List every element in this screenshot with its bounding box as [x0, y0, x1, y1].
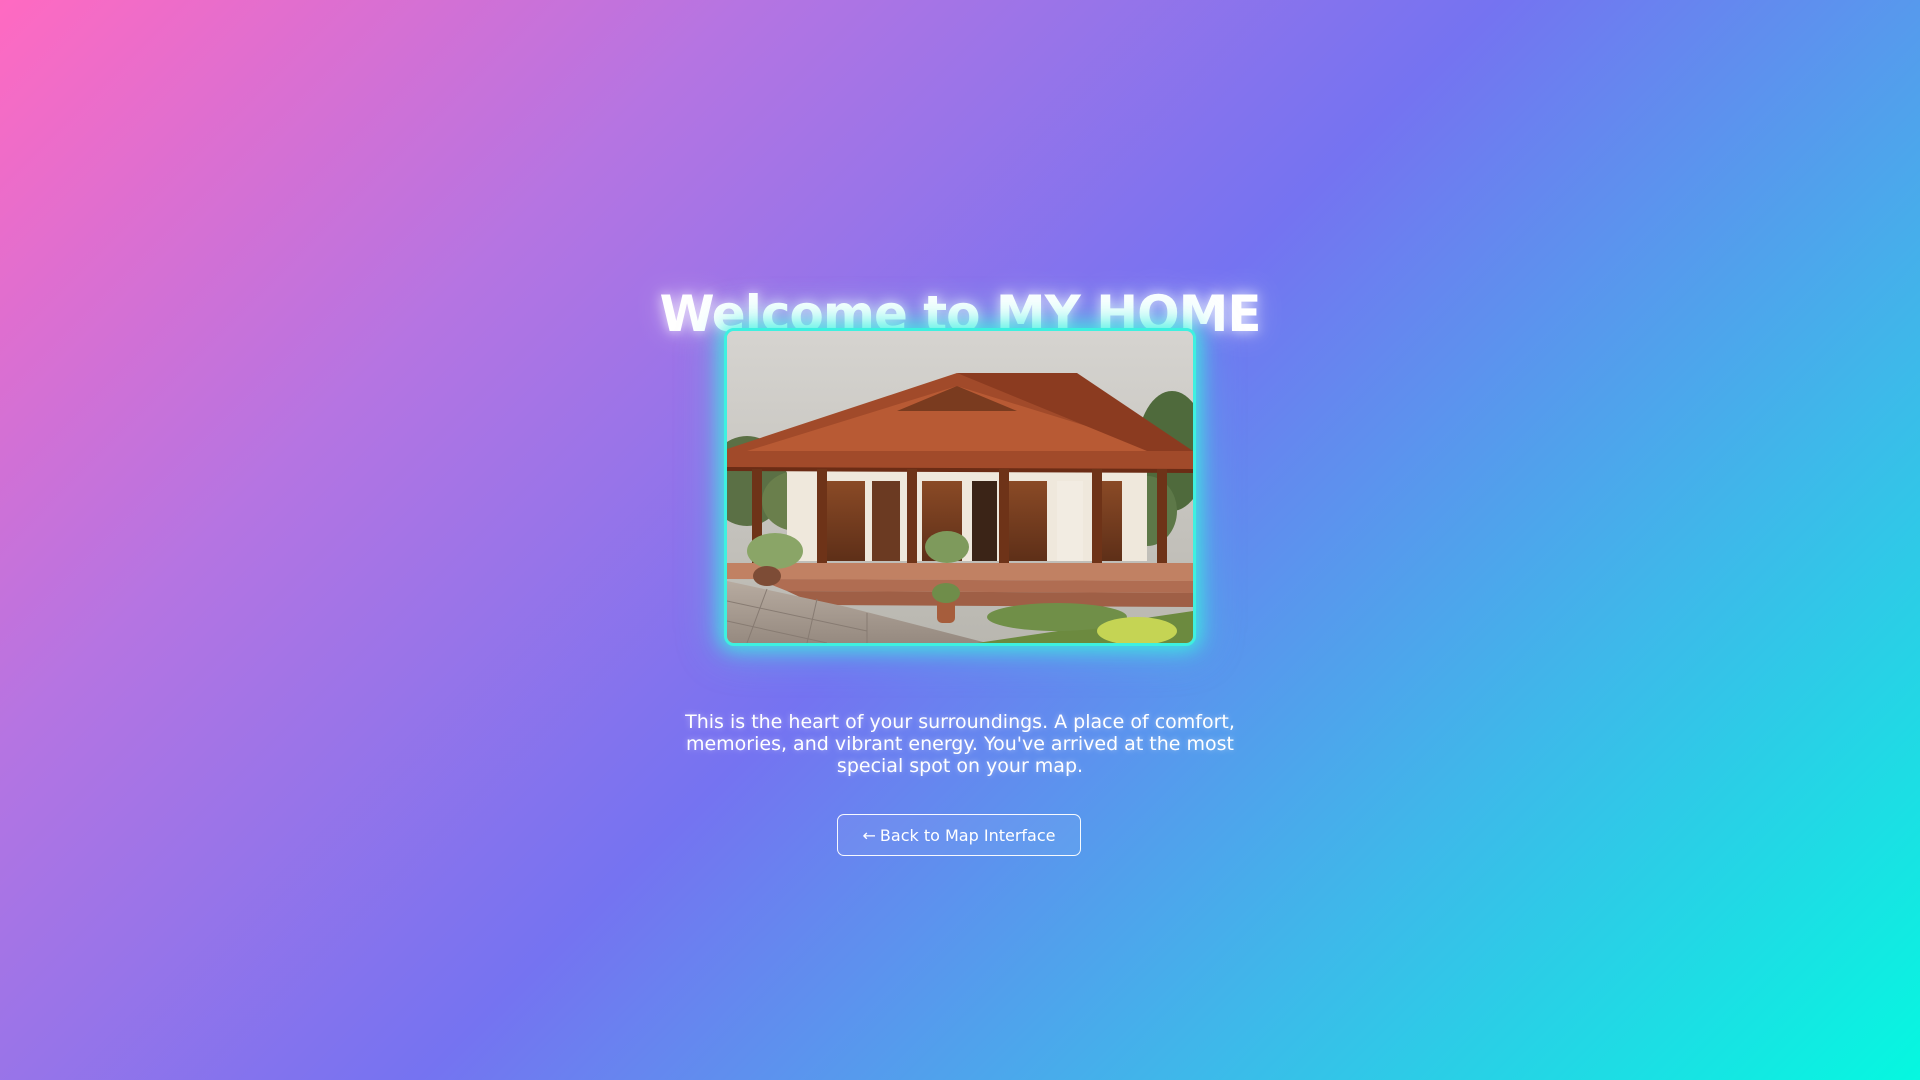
back-to-map-button[interactable]: ← Back to Map Interface	[837, 814, 1081, 856]
arrow-left-icon: ←	[862, 825, 876, 845]
house-illustration	[727, 331, 1193, 643]
back-button-label: Back to Map Interface	[879, 825, 1056, 845]
home-image	[724, 328, 1196, 646]
home-page: Welcome to MY HOME This is the heart of …	[0, 0, 1920, 1080]
home-description: This is the heart of your surroundings. …	[685, 711, 1235, 777]
